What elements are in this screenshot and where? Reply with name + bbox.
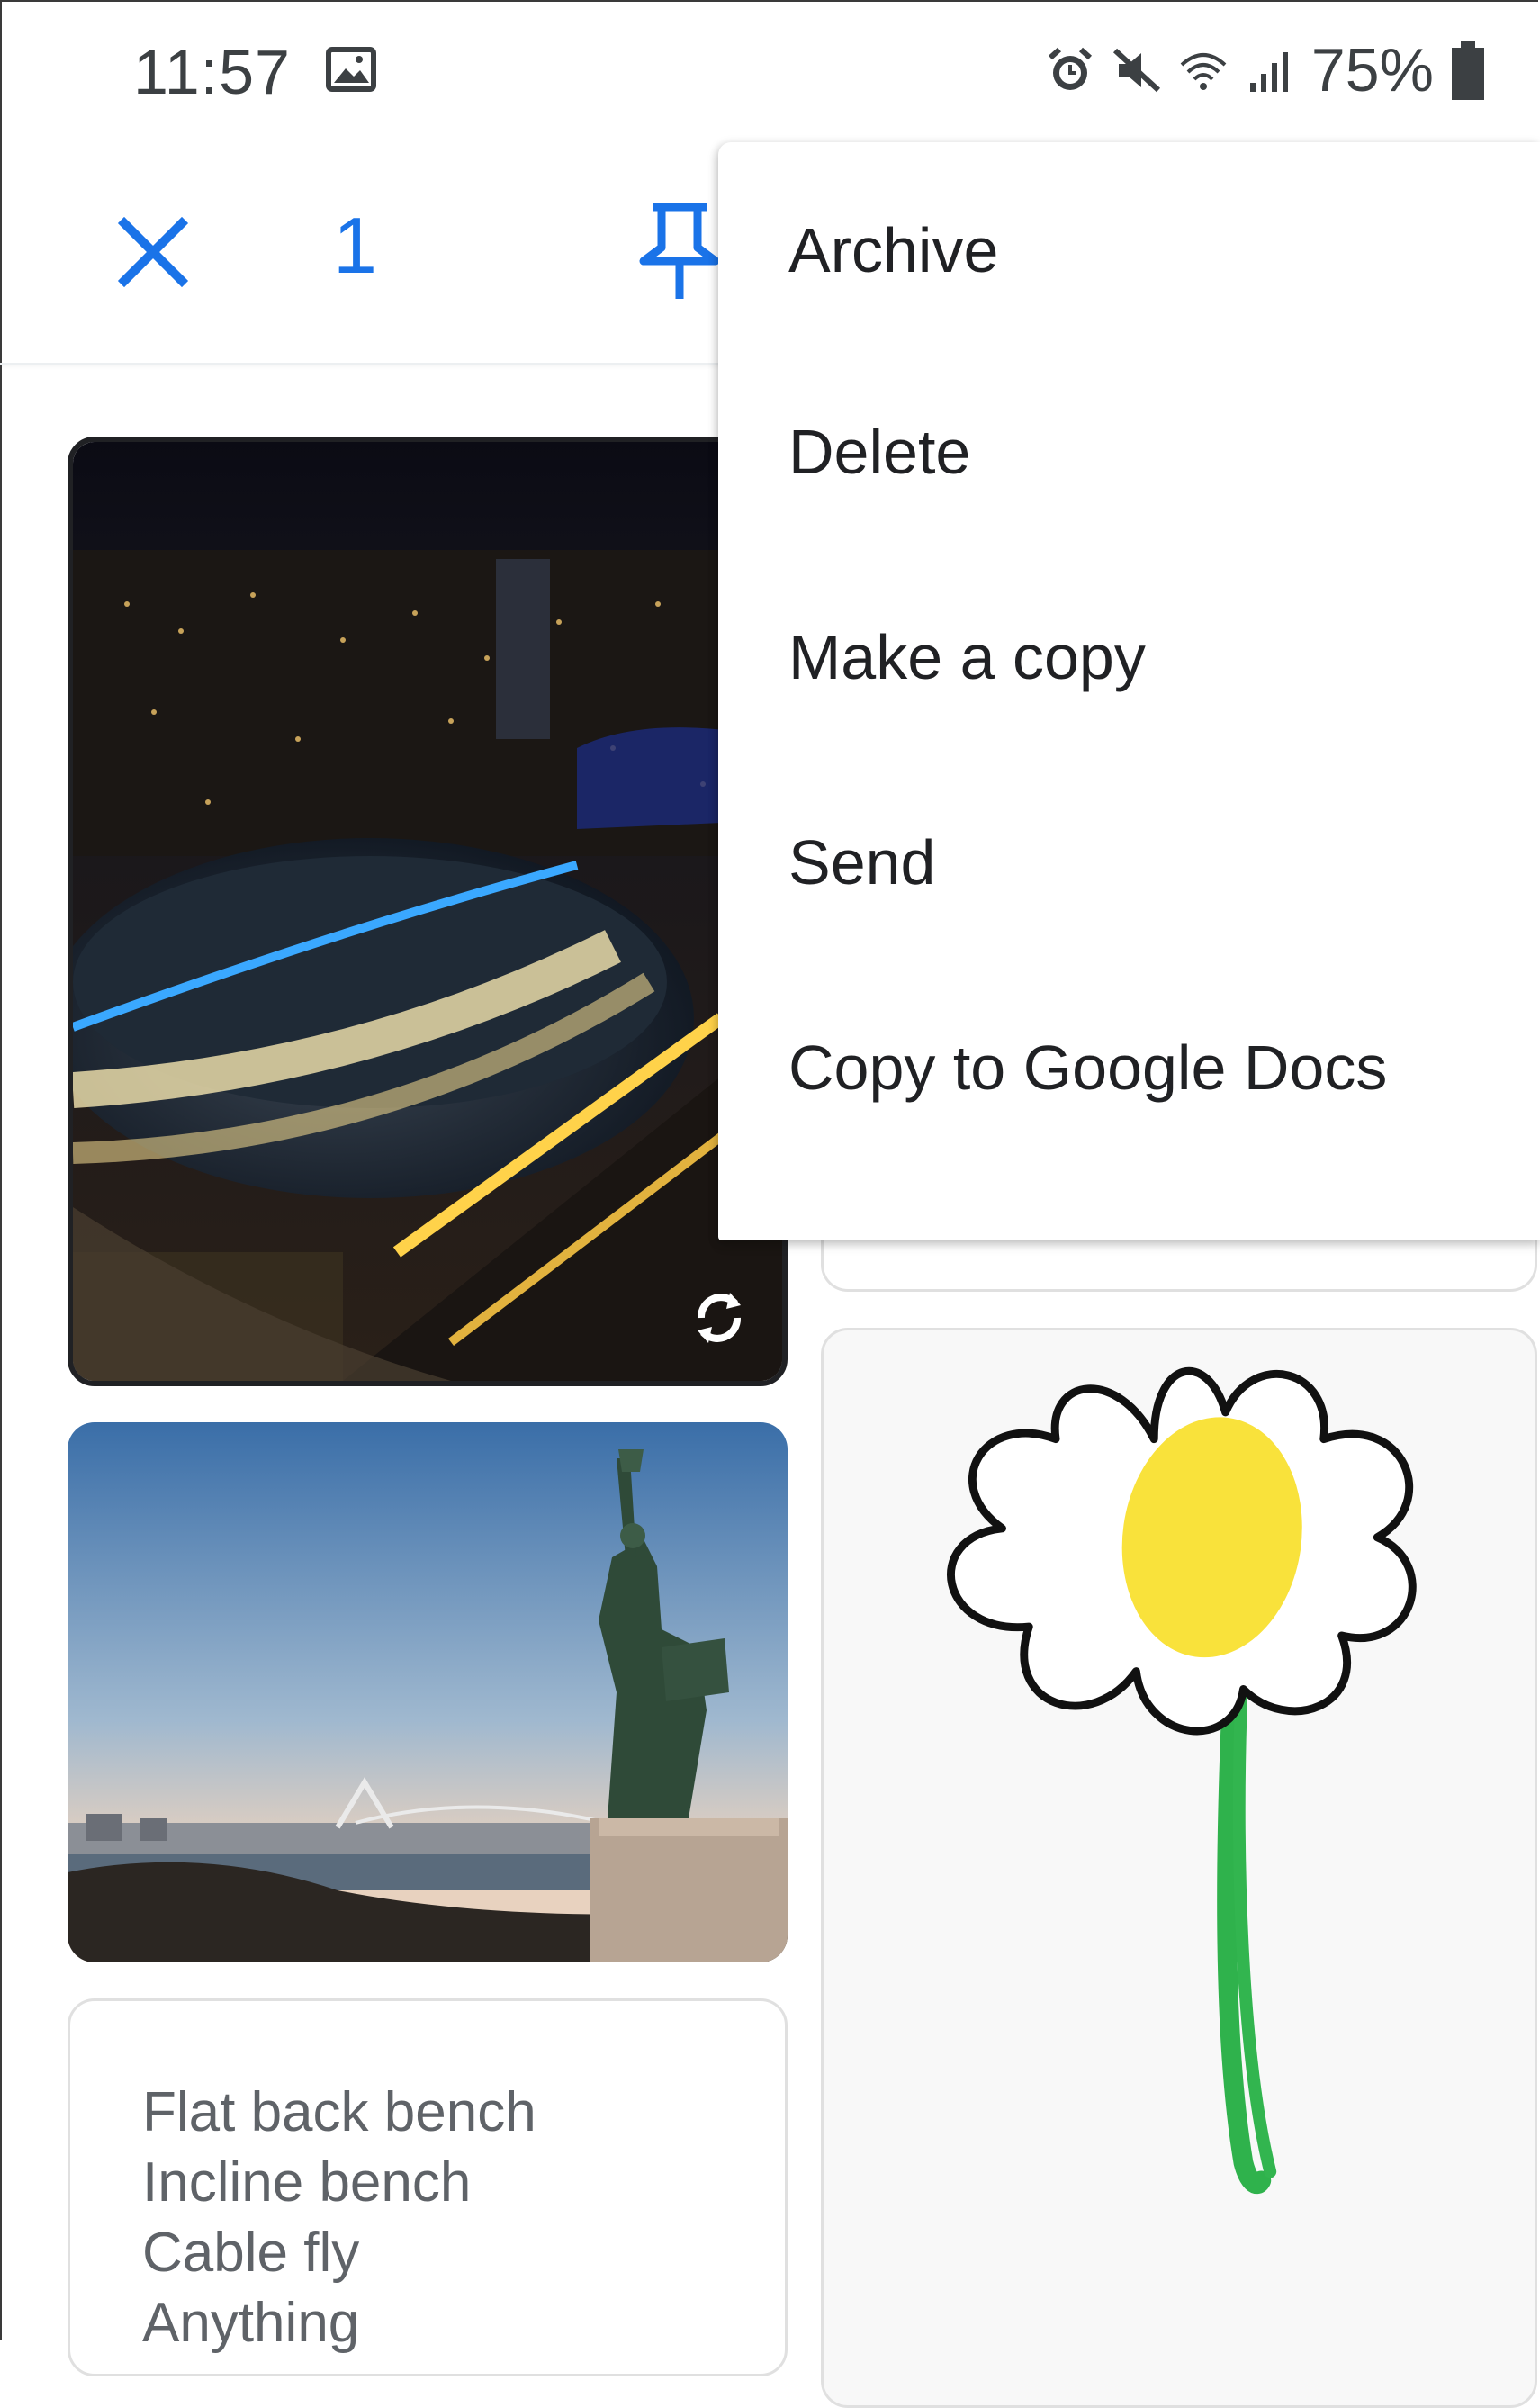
city-photo [73, 442, 782, 1381]
mute-icon [1112, 48, 1160, 93]
flower-drawing [947, 1366, 1417, 2194]
battery-icon [1452, 41, 1484, 100]
overflow-menu: Archive Delete Make a copy Send Copy to … [718, 142, 1540, 1240]
pin-icon[interactable] [630, 198, 729, 306]
note-card-photo-city[interactable] [68, 437, 788, 1386]
status-time: 11:57 [133, 37, 291, 107]
menu-item-make-a-copy[interactable]: Make a copy [718, 555, 1540, 760]
wifi-icon [1180, 53, 1227, 90]
note-line: Incline bench [142, 2151, 472, 2214]
note-line: Anything [142, 2292, 360, 2354]
rotate-icon [698, 1293, 741, 1343]
alarm-icon [1048, 47, 1092, 90]
note-card-drawing[interactable] [821, 1328, 1537, 2408]
statue-photo [68, 1422, 788, 1962]
note-card-photo-statue[interactable] [68, 1422, 788, 1962]
menu-item-archive[interactable]: Archive [718, 214, 1540, 349]
battery-percent: 75% [1310, 36, 1434, 104]
signal-icon [1249, 52, 1288, 92]
close-icon[interactable] [108, 207, 198, 297]
menu-item-send[interactable]: Send [718, 760, 1540, 965]
note-line: Flat back bench [142, 2081, 536, 2143]
status-bar: 11:57 75% [0, 0, 1540, 135]
gallery-icon [326, 47, 376, 92]
menu-item-delete[interactable]: Delete [718, 349, 1540, 555]
selected-count: 1 [333, 201, 377, 290]
note-card-text-list[interactable]: Flat back bench Incline bench Cable fly … [68, 1998, 788, 2376]
status-right: 75% [1045, 34, 1486, 106]
note-list: Flat back bench Incline bench Cable fly … [142, 2078, 536, 2358]
note-line: Cable fly [142, 2222, 360, 2284]
menu-item-copy-to-google-docs[interactable]: Copy to Google Docs [718, 965, 1540, 1170]
